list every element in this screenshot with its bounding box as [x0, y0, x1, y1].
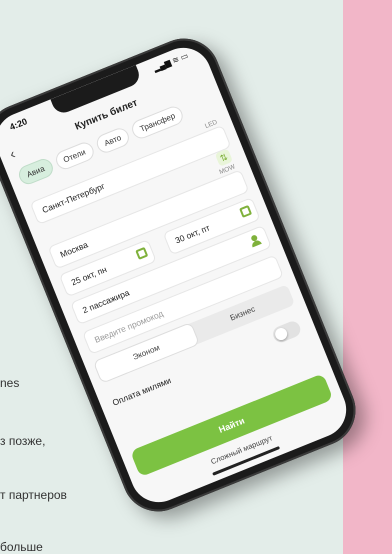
tab-transfer[interactable]: Трансфер — [129, 103, 186, 142]
calendar-icon — [239, 204, 253, 218]
background-text-line: т партнеров — [0, 488, 67, 502]
from-value: Санкт-Петербург — [40, 180, 107, 216]
passengers-value: 2 пассажира — [81, 287, 131, 316]
status-time: 4:20 — [8, 116, 29, 133]
miles-toggle-label: Оплата милями — [110, 375, 173, 408]
calendar-icon — [135, 246, 149, 260]
phone-mockup: 4:20 ▂▄▆ ≋ ▭ ‹ Купить билет Авиа Отели А… — [0, 27, 367, 523]
status-icons: ▂▄▆ ≋ ▭ — [152, 50, 190, 74]
tab-auto[interactable]: Авто — [93, 125, 132, 156]
background-text-line: nes — [0, 376, 20, 390]
date-from-value: 25 окт, пн — [69, 264, 109, 288]
to-value: Москва — [58, 239, 90, 260]
miles-toggle[interactable] — [270, 319, 303, 345]
person-icon — [248, 233, 262, 248]
background-text-line: з позже, — [0, 434, 46, 448]
background-text-line: больше — [0, 540, 43, 554]
date-to-value: 30 окт, пт — [173, 222, 212, 246]
tab-hotels[interactable]: Отели — [52, 139, 97, 173]
tab-avia[interactable]: Авиа — [16, 156, 56, 187]
pink-side-strip — [343, 0, 392, 554]
phone-screen: 4:20 ▂▄▆ ≋ ▭ ‹ Купить билет Авиа Отели А… — [0, 39, 355, 511]
toggle-knob — [273, 326, 289, 342]
